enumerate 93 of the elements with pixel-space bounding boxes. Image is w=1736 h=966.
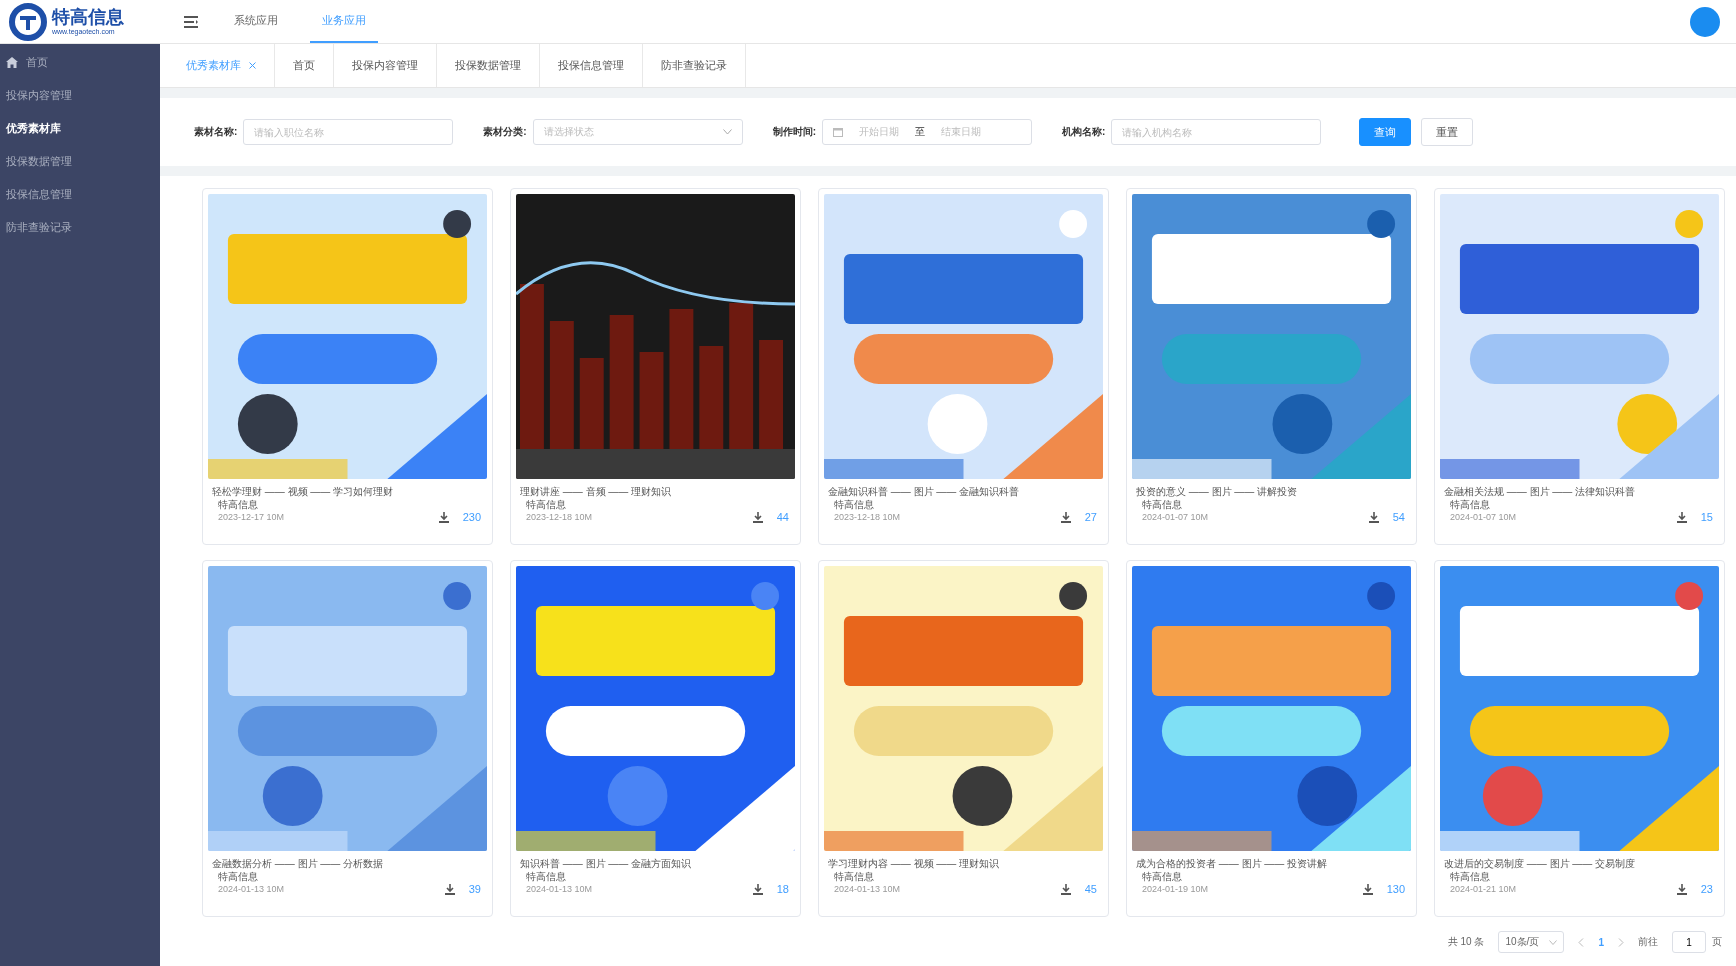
download-icon [1676, 511, 1687, 523]
card-title: 知识科普 —— 图片 —— 金融方面知识 [519, 857, 693, 871]
input-field[interactable]: 请输入机构名称 [1111, 119, 1322, 145]
card-author: 特高信息 [217, 499, 259, 511]
download-count: 54 [1392, 511, 1405, 523]
card-date: 2023-12-18 10M [526, 511, 594, 523]
material-card[interactable]: 成为合格的投资者 —— 图片 —— 投资讲解 特高信息 2024-01-19 10M 130 [1126, 560, 1417, 917]
page-suffix: 页 [1712, 935, 1722, 949]
material-card[interactable]: 轻松学理财 —— 视频 —— 学习如何理财 特高信息 2023-12-17 10M 230 [202, 188, 493, 545]
download-icon [444, 883, 455, 895]
page-tab[interactable]: 首页 [275, 44, 334, 87]
sidebar-item[interactable]: 首页 [0, 46, 160, 79]
card-title: 改进后的交易制度 —— 图片 —— 交易制度 [1443, 857, 1637, 871]
download-icon [1362, 883, 1373, 895]
card-title: 成为合格的投资者 —— 图片 —— 投资讲解 [1135, 857, 1329, 871]
avatar[interactable] [1690, 6, 1720, 37]
card-date: 2024-01-19 10M [1142, 883, 1210, 895]
page-size-select[interactable]: 10条/页 [1498, 931, 1565, 953]
card-date: 2024-01-07 10M [1450, 511, 1518, 523]
download-count: 15 [1700, 511, 1713, 523]
download-icon [752, 511, 763, 523]
download-icon [1676, 883, 1687, 895]
download-count: 45 [1084, 883, 1097, 895]
card-title: 金融知识科普 —— 图片 —— 金融知识科普 [827, 485, 1021, 499]
material-card[interactable]: 改进后的交易制度 —— 图片 —— 交易制度 特高信息 2024-01-21 10M 23 [1434, 560, 1725, 917]
download-icon [1368, 511, 1379, 523]
material-card[interactable]: 金融数据分析 —— 图片 —— 分析数据 特高信息 2024-01-13 10M 39 [202, 560, 493, 917]
field-label: 素材名称: [194, 125, 238, 139]
material-card[interactable]: 理财讲座 —— 音频 —— 理财知识 特高信息 2023-12-18 10M 44 [510, 188, 801, 545]
sidebar-item[interactable]: 投保数据管理 [0, 145, 160, 178]
material-card[interactable]: 投资的意义 —— 图片 —— 讲解投资 特高信息 2024-01-07 10M 54 [1126, 188, 1417, 545]
download-count: 23 [1700, 883, 1713, 895]
download-icon [1060, 883, 1071, 895]
card-author: 特高信息 [1141, 871, 1183, 883]
chevron-down-icon [722, 129, 732, 135]
material-card[interactable]: 知识科普 —— 图片 —— 金融方面知识 特高信息 2024-01-13 10M 18 [510, 560, 801, 917]
download-count: 44 [776, 511, 789, 523]
card-date: 2024-01-07 10M [1142, 511, 1210, 523]
card-author: 特高信息 [217, 871, 259, 883]
card-title: 金融相关法规 —— 图片 —— 法律知识科普 [1443, 485, 1637, 499]
download-icon [1060, 511, 1071, 523]
card-author: 特高信息 [833, 499, 875, 511]
field-label: 制作时间: [772, 125, 817, 139]
home-icon [6, 57, 18, 68]
reset-button[interactable]: 重置 [1421, 118, 1474, 146]
card-date: 2023-12-17 10M [218, 511, 286, 523]
logo-icon [8, 1, 48, 42]
menu-icon [184, 15, 198, 28]
nav-tab[interactable]: 系统应用 [222, 0, 290, 43]
page-input[interactable]: 1 [1672, 931, 1706, 953]
material-card[interactable]: 学习理财内容 —— 视频 —— 理财知识 特高信息 2024-01-13 10M 45 [818, 560, 1109, 917]
card-author: 特高信息 [1449, 871, 1491, 883]
logo-name: 特高信息 [52, 7, 124, 27]
card-title: 理财讲座 —— 音频 —— 理财知识 [519, 485, 673, 499]
previous-page-icon [1578, 937, 1585, 947]
sidebar-item[interactable]: 防非查验记录 [0, 211, 160, 244]
card-author: 特高信息 [525, 499, 567, 511]
download-count: 130 [1386, 883, 1405, 895]
download-icon [752, 883, 763, 895]
card-title: 金融数据分析 —— 图片 —— 分析数据 [211, 857, 385, 871]
card-author: 特高信息 [1141, 499, 1183, 511]
download-icon [438, 511, 449, 523]
calendar-icon [833, 127, 844, 137]
card-date: 2024-01-21 10M [1450, 883, 1518, 895]
chevron-down-icon [1549, 939, 1558, 945]
download-count: 18 [776, 883, 789, 895]
page-tab[interactable]: 投保信息管理 [540, 44, 643, 87]
card-date: 2024-01-13 10M [526, 883, 594, 895]
sidebar-item[interactable]: 投保内容管理 [0, 79, 160, 112]
total-count: 共 10 条 [1447, 935, 1485, 949]
goto-label: 前往 [1638, 935, 1658, 949]
material-card[interactable]: 金融知识科普 —— 图片 —— 金融知识科普 特高信息 2023-12-18 10M 27 [818, 188, 1109, 545]
page-tab[interactable]: 投保数据管理 [437, 44, 540, 87]
card-author: 特高信息 [833, 871, 875, 883]
field-label: 机构名称: [1062, 125, 1106, 139]
download-count: 230 [462, 511, 481, 523]
material-card[interactable]: 金融相关法规 —— 图片 —— 法律知识科普 特高信息 2024-01-07 10M 15 [1434, 188, 1725, 545]
download-count: 39 [468, 883, 481, 895]
sidebar-item[interactable]: 优秀素材库 [0, 112, 160, 145]
card-title: 投资的意义 —— 图片 —— 讲解投资 [1135, 485, 1299, 499]
card-title: 轻松学理财 —— 视频 —— 学习如何理财 [211, 485, 395, 499]
download-count: 27 [1084, 511, 1097, 523]
next-page-icon [1618, 937, 1624, 947]
sidebar-item[interactable]: 投保信息管理 [0, 178, 160, 211]
card-date: 2024-01-13 10M [834, 883, 902, 895]
card-author: 特高信息 [1449, 499, 1491, 511]
field-label: 素材分类: [483, 125, 527, 139]
page-tab[interactable]: 投保内容管理 [334, 44, 437, 87]
card-title: 学习理财内容 —— 视频 —— 理财知识 [827, 857, 1001, 871]
card-author: 特高信息 [525, 871, 567, 883]
card-date: 2023-12-18 10M [834, 511, 902, 523]
page-tab[interactable]: 防非查验记录 [643, 44, 746, 87]
card-date: 2024-01-13 10M [218, 883, 286, 895]
